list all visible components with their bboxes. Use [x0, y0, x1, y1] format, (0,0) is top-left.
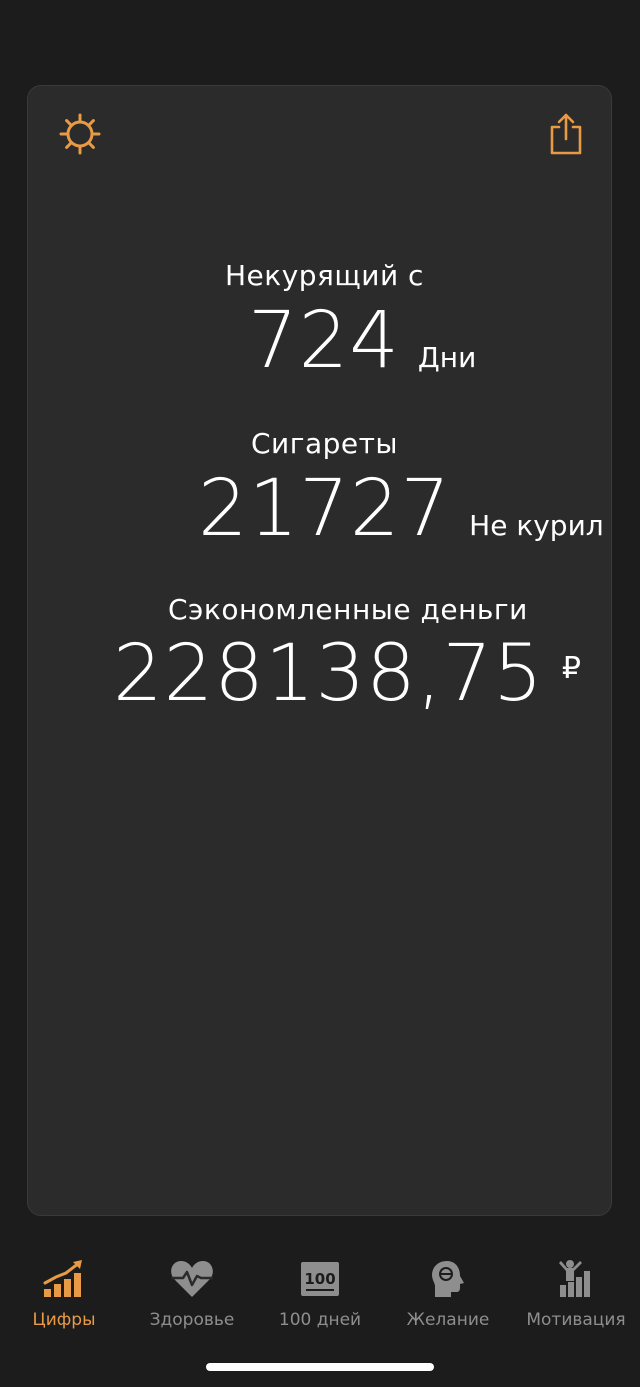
tab-numbers[interactable]: Цифры: [0, 1240, 128, 1340]
hundred-icon: 100: [297, 1256, 343, 1302]
head-icon: [425, 1256, 471, 1302]
days-value: 724: [248, 296, 400, 386]
currency-symbol: ₽: [561, 651, 581, 686]
tab-100-days[interactable]: 100 100 дней: [256, 1240, 384, 1340]
tab-motivation[interactable]: Мотивация: [512, 1240, 640, 1340]
tab-health[interactable]: Здоровье: [128, 1240, 256, 1340]
svg-text:100: 100: [304, 1270, 335, 1288]
tab-label: Мотивация: [526, 1310, 626, 1330]
smoke-free-label: Некурящий с: [225, 259, 424, 292]
money-label: Сэкономленные деньги: [168, 593, 528, 626]
share-icon: [550, 113, 582, 155]
cigarettes-row: 21727 Не курил: [198, 464, 604, 554]
cigarettes-value: 21727: [198, 464, 452, 554]
tab-label: Цифры: [32, 1310, 96, 1330]
person-chart-icon: [553, 1256, 599, 1302]
heart-pulse-icon: [169, 1256, 215, 1302]
share-button[interactable]: [542, 110, 590, 158]
tab-label: 100 дней: [278, 1310, 362, 1330]
chart-growth-icon: [41, 1256, 87, 1302]
cigarettes-label: Сигареты: [251, 427, 399, 460]
tab-craving[interactable]: Желание: [384, 1240, 512, 1340]
tab-bar: Цифры Здоровье 100 100 дней Желание Моти…: [0, 1240, 640, 1340]
app-screen: Некурящий с 724 Дни Сигареты 21727 Не ку…: [0, 0, 640, 1387]
settings-button[interactable]: [56, 110, 104, 158]
days-unit: Дни: [417, 341, 477, 374]
money-row: 228138,75 ₽: [113, 629, 581, 719]
home-indicator[interactable]: [206, 1363, 434, 1371]
tab-label: Здоровье: [149, 1310, 235, 1330]
tab-label: Желание: [406, 1310, 490, 1330]
stats-card: Некурящий с 724 Дни Сигареты 21727 Не ку…: [27, 85, 612, 1216]
days-row: 724 Дни: [248, 296, 476, 386]
gear-icon: [59, 113, 101, 155]
money-value: 228138,75: [113, 629, 544, 719]
cigarettes-unit: Не курил: [469, 509, 604, 542]
